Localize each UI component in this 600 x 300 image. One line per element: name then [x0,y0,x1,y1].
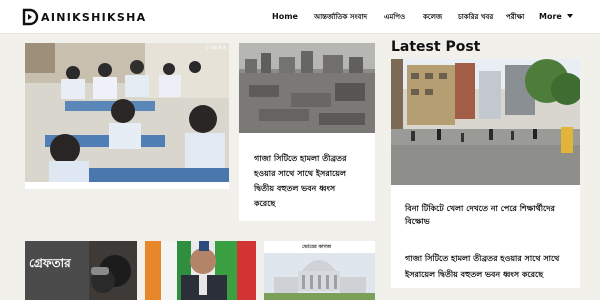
nav-more-label: More [539,12,562,21]
latest-post-card: বিনা টিকিটে খেলা দেখতে না পেরে শিক্ষার্থ… [391,59,580,288]
gaza-ruins-photo [239,43,375,133]
nav-more[interactable]: More [539,10,573,24]
latest-post-title: Latest Post [391,39,481,55]
gaza-story-card[interactable]: গাজা সিটিতে হামলা তীব্রতর হওয়ার সাথে সা… [239,43,375,221]
parliament-caption: ভোরের কাগজ [302,244,332,250]
logo-d-icon [22,8,40,26]
photo-credit: © Dai Bak [205,45,226,50]
official-portrait-photo [145,241,256,300]
gaza-headline[interactable]: গাজা সিটিতে হামলা তীব্রতর হওয়ার সাথে সা… [254,151,354,211]
parliament-story-card[interactable]: ভোরের কাগজ [264,241,375,300]
street-protest-photo[interactable] [391,59,580,185]
logo-text: AINIKSHIKSHA [41,10,147,24]
arrest-story-card[interactable]: গ্রেফতার [25,241,137,300]
nav-international[interactable]: আন্তর্জাতিক সংবাদ [314,10,367,24]
nav-jobs[interactable]: চাকরির খবর [458,10,493,24]
nav-mpo[interactable]: এমপিও [384,10,405,24]
classroom-photo [25,43,229,182]
latest-featured-headline[interactable]: বিনা টিকিটে খেলা দেখতে না পেরে শিক্ষার্থ… [405,202,573,228]
official-story-card[interactable] [145,241,256,300]
nav-exam[interactable]: পরীক্ষা [506,10,524,24]
featured-story-card[interactable]: © Dai Bak [25,43,229,189]
nav-home[interactable]: Home [272,10,298,24]
nav-college[interactable]: কলেজ [423,10,442,24]
site-logo[interactable]: AINIKSHIKSHA [22,8,146,26]
latest-list-item[interactable]: গাজা সিটিতে হামলা তীব্রতর হওয়ার সাথে সা… [405,251,575,283]
site-header: AINIKSHIKSHA Home আন্তর্জাতিক সংবাদ এমপি… [0,0,600,34]
arrest-caption: গ্রেফতার [29,256,71,270]
chevron-down-icon [566,14,573,18]
